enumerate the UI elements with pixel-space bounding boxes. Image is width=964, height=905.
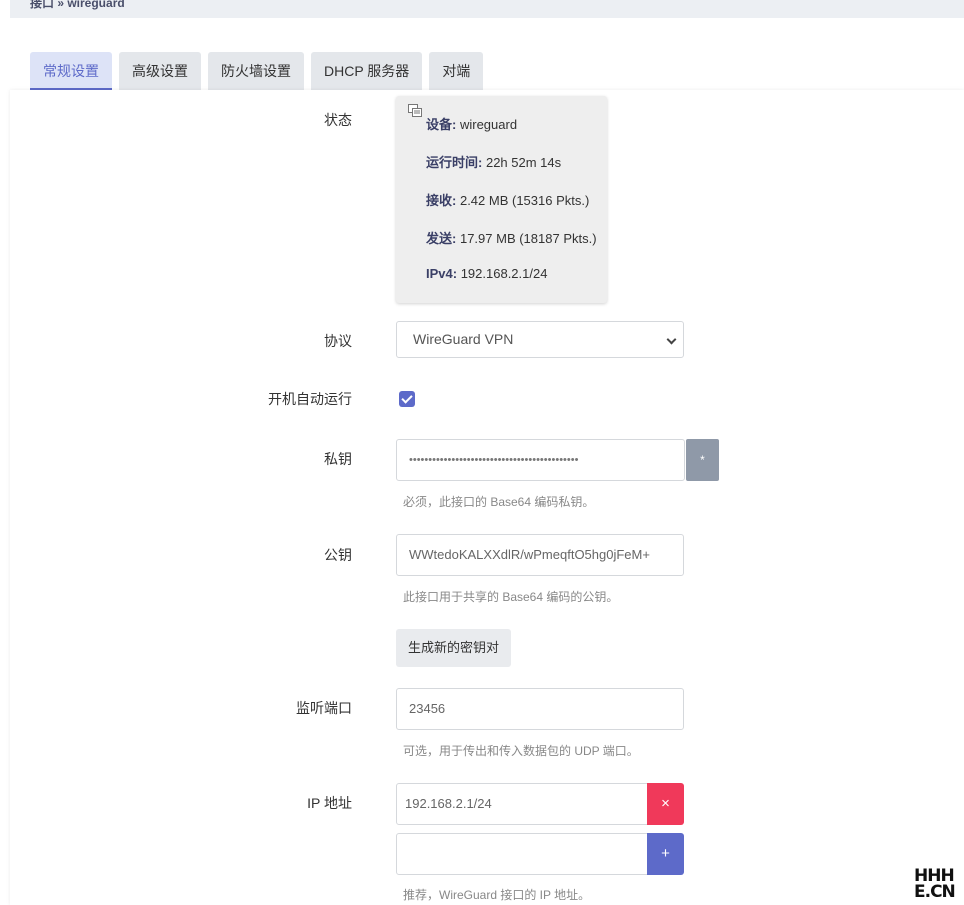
ip-address-label: IP 地址 bbox=[307, 795, 352, 811]
autostart-label: 开机自动运行 bbox=[268, 391, 352, 407]
public-key-hint: 此接口用于共享的 Base64 编码的公钥。 bbox=[403, 590, 619, 604]
status-rx: 接收: 2.42 MB (15316 Pkts.) bbox=[426, 193, 590, 208]
status-uptime: 运行时间: 22h 52m 14s bbox=[426, 155, 562, 170]
tab-peers[interactable]: 对端 bbox=[429, 52, 484, 90]
generate-keypair-button[interactable]: 生成新的密钥对 bbox=[396, 629, 511, 667]
listen-port-input[interactable]: 23456 bbox=[396, 688, 684, 730]
public-key-label: 公钥 bbox=[324, 547, 352, 563]
status-label: 状态 bbox=[324, 112, 352, 128]
tab-bar: 常规设置 高级设置 防火墙设置 DHCP 服务器 对端 bbox=[30, 52, 490, 90]
ip-address-hint: 推荐，WireGuard 接口的 IP 地址。 bbox=[403, 888, 591, 902]
add-ip-button[interactable]: + bbox=[647, 833, 684, 875]
private-key-label: 私钥 bbox=[324, 451, 352, 467]
watermark-logo: HHH E.CN bbox=[914, 868, 964, 902]
breadcrumb[interactable]: 接口 » wireguard bbox=[30, 0, 125, 11]
chevron-down-icon bbox=[666, 334, 677, 345]
tab-dhcp-server[interactable]: DHCP 服务器 bbox=[311, 52, 423, 90]
listen-port-hint: 可选，用于传出和传入数据包的 UDP 端口。 bbox=[403, 744, 639, 758]
reveal-password-button[interactable]: * bbox=[686, 439, 719, 481]
autostart-checkbox[interactable] bbox=[399, 391, 415, 407]
protocol-select-value: WireGuard VPN bbox=[413, 331, 514, 347]
tab-firewall[interactable]: 防火墙设置 bbox=[208, 52, 304, 90]
remove-ip-button[interactable]: × bbox=[647, 783, 684, 825]
watermark-line-2: E.CN bbox=[914, 882, 956, 902]
public-key-input[interactable]: WWtedoKALXXdlR/wPmeqftO5hg0jFeM+ bbox=[396, 534, 684, 576]
protocol-select[interactable]: WireGuard VPN bbox=[396, 321, 684, 358]
protocol-label: 协议 bbox=[324, 333, 352, 349]
status-box: 设备: wireguard 运行时间: 22h 52m 14s 接收: 2.42… bbox=[396, 96, 607, 303]
status-ipv4: IPv4: 192.168.2.1/24 bbox=[426, 266, 548, 281]
private-key-input[interactable]: ••••••••••••••••••••••••••••••••••••••••… bbox=[396, 439, 685, 481]
listen-port-label: 监听端口 bbox=[296, 700, 352, 716]
top-bar: 接口 » wireguard bbox=[10, 0, 964, 18]
network-device-icon bbox=[408, 104, 422, 117]
private-key-hint: 必须，此接口的 Base64 编码私钥。 bbox=[403, 495, 595, 509]
status-tx: 发送: 17.97 MB (18187 Pkts.) bbox=[426, 231, 597, 246]
status-device: 设备: wireguard bbox=[426, 117, 518, 132]
new-ip-address-input[interactable] bbox=[396, 833, 648, 875]
tab-general[interactable]: 常规设置 bbox=[30, 52, 112, 90]
tab-advanced[interactable]: 高级设置 bbox=[119, 52, 201, 90]
ip-address-input[interactable]: 192.168.2.1/24 bbox=[396, 783, 648, 825]
